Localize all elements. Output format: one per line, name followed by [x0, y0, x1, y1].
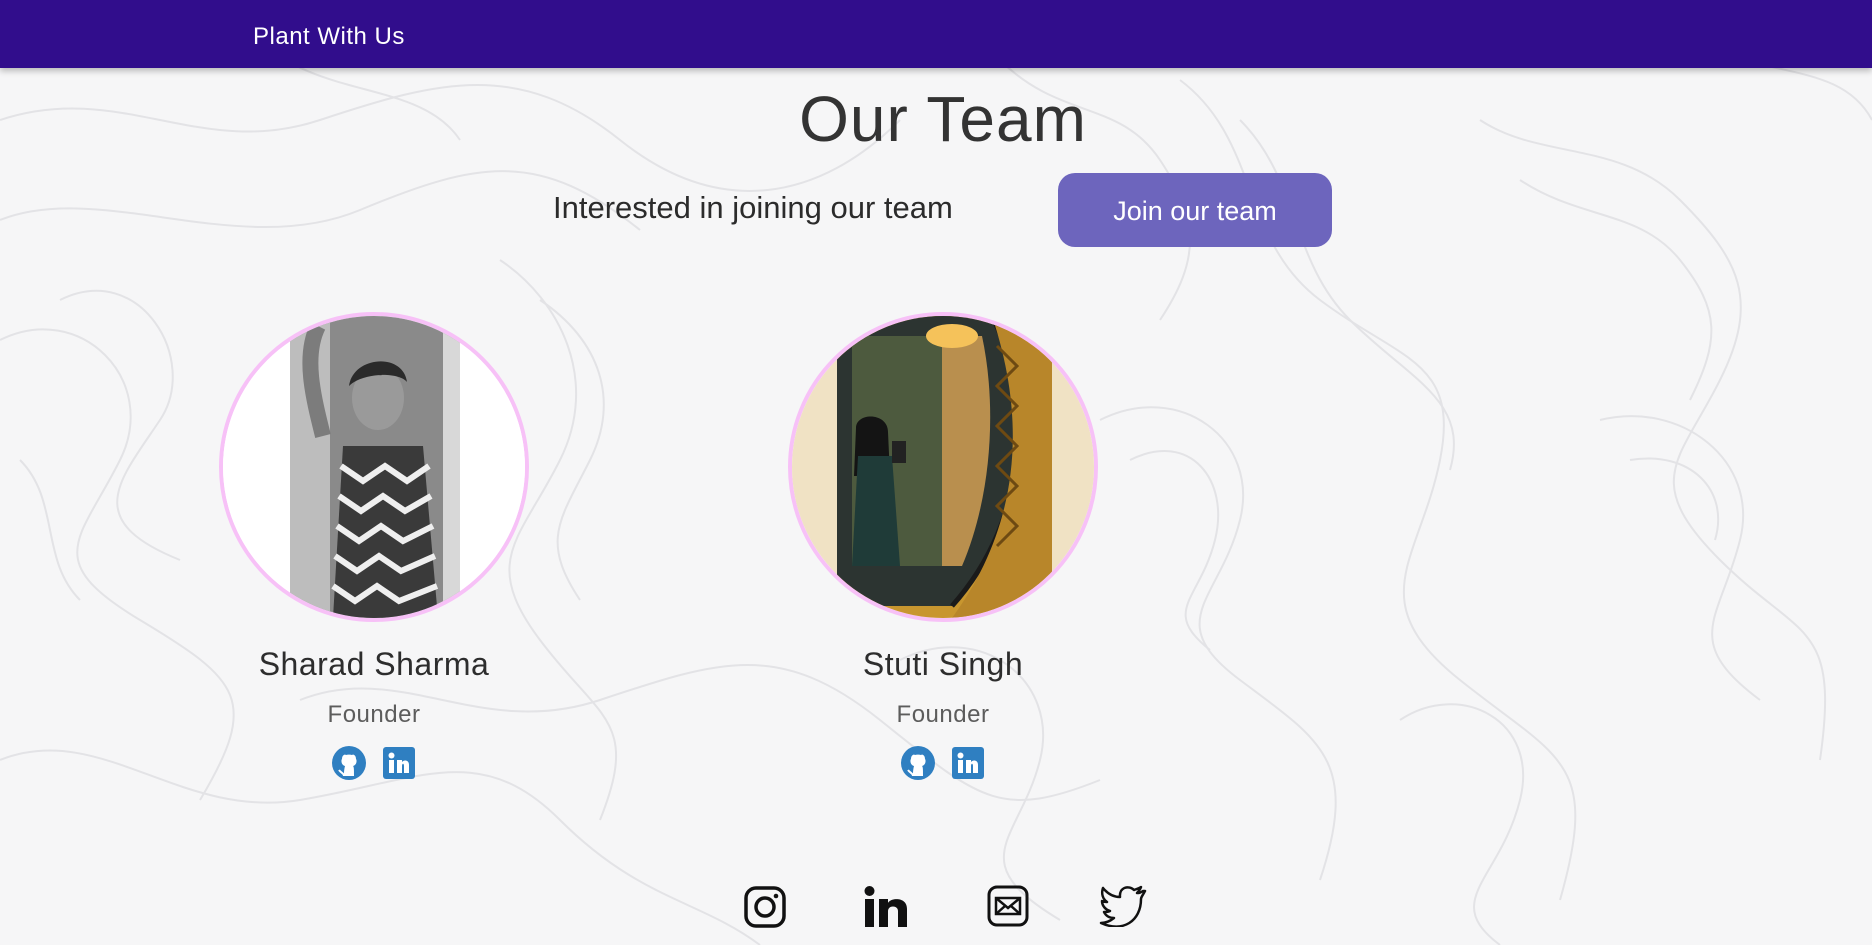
instagram-icon[interactable] [743, 885, 787, 933]
mail-icon[interactable] [987, 885, 1029, 933]
team-member-card: Sharad Sharma Founder [219, 312, 529, 781]
member-name: Stuti Singh [862, 646, 1024, 682]
linkedin-icon[interactable] [950, 745, 986, 781]
linkedin-icon[interactable] [381, 745, 417, 781]
member-photo [219, 312, 529, 622]
github-icon[interactable] [900, 745, 936, 781]
github-icon[interactable] [331, 745, 367, 781]
twitter-icon[interactable] [1099, 885, 1147, 933]
member-role: Founder [327, 701, 421, 728]
navbar: Plant With Us [0, 0, 1872, 68]
team-member-card: Stuti Singh Founder [788, 312, 1098, 781]
member-social-links [219, 745, 529, 781]
footer-social-icons [743, 885, 1149, 935]
join-prompt: Interested in joining our team [553, 190, 953, 225]
member-role: Founder [896, 701, 990, 728]
linkedin-icon[interactable] [863, 885, 909, 933]
join-team-button[interactable]: Join our team [1058, 173, 1332, 247]
member-photo [788, 312, 1098, 622]
brand-link[interactable]: Plant With Us [253, 23, 405, 51]
member-name: Sharad Sharma [258, 646, 490, 682]
page-title: Our Team [799, 83, 1087, 155]
member-social-links [788, 745, 1098, 781]
